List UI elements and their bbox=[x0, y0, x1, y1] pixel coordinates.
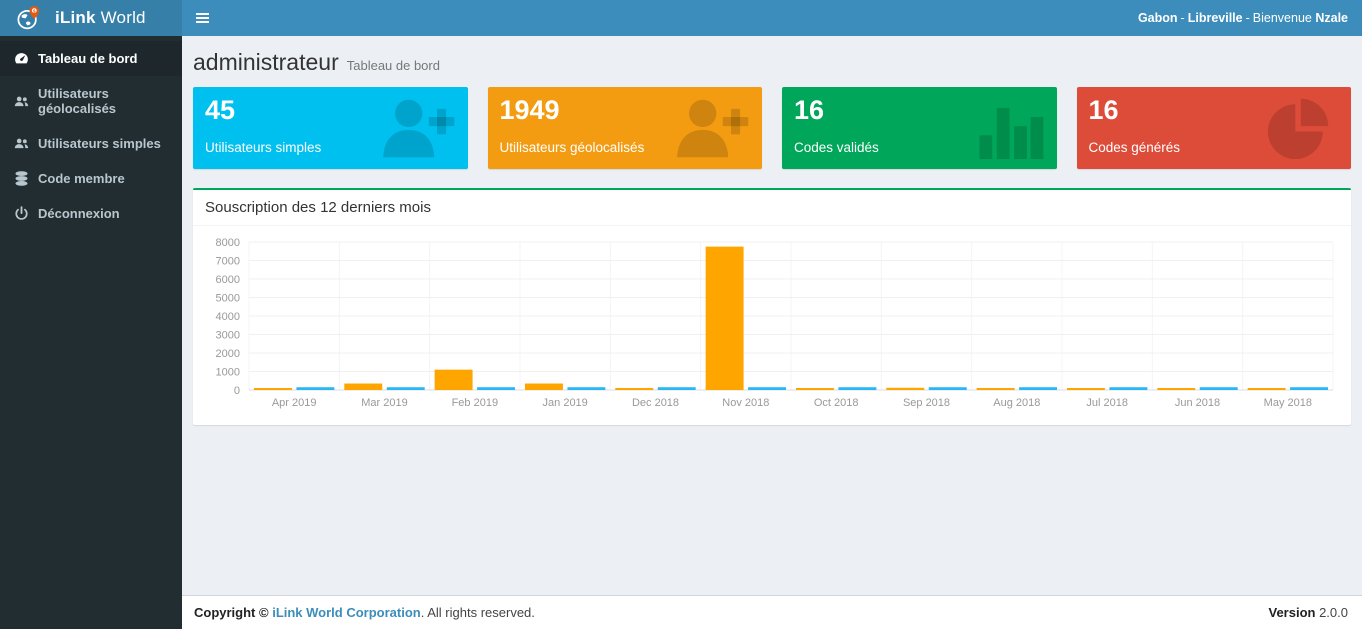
footer-version-label: Version bbox=[1268, 605, 1315, 620]
page-title: administrateur bbox=[193, 49, 339, 75]
sidebar-item-utilisateurs-simples[interactable]: Utilisateurs simples bbox=[0, 126, 182, 161]
svg-text:4000: 4000 bbox=[216, 311, 240, 323]
svg-text:Jul 2018: Jul 2018 bbox=[1086, 397, 1128, 409]
bar-chart-icon bbox=[963, 93, 1047, 168]
navbar-separator: - bbox=[1246, 11, 1250, 25]
sidebar-item-code-membre[interactable]: Code membre bbox=[0, 161, 182, 196]
page-subtitle: Tableau de bord bbox=[347, 58, 440, 73]
svg-text:0: 0 bbox=[234, 385, 240, 397]
navbar-user-info: Gabon-Libreville-Bienvenue Nzale bbox=[1138, 11, 1362, 25]
brand-name: iLink World bbox=[55, 8, 146, 28]
sidebar-item-label: Déconnexion bbox=[38, 206, 120, 221]
power-icon bbox=[14, 206, 29, 221]
footer-company-link[interactable]: iLink World Corporation bbox=[272, 605, 421, 620]
sidebar: Tableau de bord Utilisateurs géolocalisé… bbox=[0, 36, 182, 629]
users-icon bbox=[14, 94, 29, 109]
footer-copyright-prefix: Copyright © bbox=[194, 605, 269, 620]
svg-text:Nov 2018: Nov 2018 bbox=[722, 397, 769, 409]
users-icon bbox=[14, 136, 29, 151]
sidebar-item-tableau-de-bord[interactable]: Tableau de bord bbox=[0, 41, 182, 76]
card-codes-valides[interactable]: 16 Codes validés bbox=[782, 87, 1057, 169]
svg-text:2000: 2000 bbox=[216, 348, 240, 360]
sidebar-item-label: Utilisateurs simples bbox=[38, 136, 161, 151]
subscriptions-panel: Souscription des 12 derniers mois 0 1000 2… bbox=[193, 188, 1351, 425]
svg-text:May 2018: May 2018 bbox=[1264, 397, 1312, 409]
footer-version-number: 2.0.0 bbox=[1319, 605, 1348, 620]
chart-title: Souscription des 12 derniers mois bbox=[193, 190, 1351, 226]
footer-copyright-suffix: . All rights reserved. bbox=[421, 605, 535, 620]
sidebar-toggle-button[interactable] bbox=[182, 0, 222, 36]
dashboard-icon bbox=[14, 51, 29, 66]
svg-text:5000: 5000 bbox=[216, 293, 240, 305]
svg-text:Jan 2019: Jan 2019 bbox=[543, 397, 588, 409]
svg-text:3000: 3000 bbox=[216, 330, 240, 342]
svg-text:Sep 2018: Sep 2018 bbox=[903, 397, 950, 409]
svg-text:$: $ bbox=[33, 8, 36, 14]
navbar-username: Nzale bbox=[1315, 11, 1348, 25]
svg-text:1000: 1000 bbox=[216, 367, 240, 379]
svg-text:Dec 2018: Dec 2018 bbox=[632, 397, 679, 409]
card-utilisateurs-geolocalises[interactable]: 1949 Utilisateurs géolocalisés bbox=[488, 87, 763, 169]
sidebar-item-label: Tableau de bord bbox=[38, 51, 137, 66]
svg-text:8000: 8000 bbox=[216, 237, 240, 249]
card-utilisateurs-simples[interactable]: 45 Utilisateurs simples bbox=[193, 87, 468, 169]
sidebar-item-deconnexion[interactable]: Déconnexion bbox=[0, 196, 182, 231]
content-header: administrateur Tableau de bord bbox=[182, 36, 1362, 87]
sidebar-item-utilisateurs-geolocalises[interactable]: Utilisateurs géolocalisés bbox=[0, 76, 182, 126]
stat-cards-row: 45 Utilisateurs simples 1949 Utilisateur… bbox=[193, 87, 1351, 169]
navbar-separator: - bbox=[1181, 11, 1185, 25]
footer-copyright: Copyright © iLink World Corporation. All… bbox=[194, 605, 535, 620]
svg-text:Aug 2018: Aug 2018 bbox=[993, 397, 1040, 409]
brand-name-light: World bbox=[101, 8, 146, 27]
pie-chart-icon bbox=[1257, 93, 1341, 168]
user-plus-icon bbox=[374, 93, 458, 168]
footer-version: Version 2.0.0 bbox=[1268, 605, 1348, 620]
navbar-city: Libreville bbox=[1188, 11, 1243, 25]
brand-logo[interactable]: $ iLink World bbox=[0, 0, 182, 36]
navbar-welcome-text: Bienvenue bbox=[1253, 11, 1312, 25]
brand-name-bold: iLink bbox=[55, 8, 96, 27]
sidebar-item-label: Utilisateurs géolocalisés bbox=[38, 86, 168, 116]
card-codes-generes[interactable]: 16 Codes générés bbox=[1077, 87, 1352, 169]
svg-text:Jun 2018: Jun 2018 bbox=[1175, 397, 1220, 409]
subscriptions-bar-chart: 0 1000 2000 3000 4000 5000 6000 7000 8000 Apr 201… bbox=[203, 234, 1339, 412]
user-plus-icon bbox=[668, 93, 752, 168]
svg-text:Oct 2018: Oct 2018 bbox=[814, 397, 859, 409]
globe-pin-icon: $ bbox=[16, 5, 43, 31]
svg-text:6000: 6000 bbox=[216, 274, 240, 286]
sidebar-item-label: Code membre bbox=[38, 171, 125, 186]
chart-body: 0 1000 2000 3000 4000 5000 6000 7000 8000 Apr 201… bbox=[193, 226, 1351, 425]
navbar-country: Gabon bbox=[1138, 11, 1178, 25]
svg-text:Apr 2019: Apr 2019 bbox=[272, 397, 317, 409]
svg-text:Feb 2019: Feb 2019 bbox=[452, 397, 498, 409]
svg-text:7000: 7000 bbox=[216, 256, 240, 268]
navbar-main: Gabon-Libreville-Bienvenue Nzale bbox=[182, 0, 1362, 36]
svg-text:Mar 2019: Mar 2019 bbox=[361, 397, 407, 409]
database-icon bbox=[14, 171, 29, 186]
top-navbar: $ iLink World Gabon-Libreville-Bienvenue… bbox=[0, 0, 1362, 36]
footer: Copyright © iLink World Corporation. All… bbox=[182, 595, 1362, 629]
